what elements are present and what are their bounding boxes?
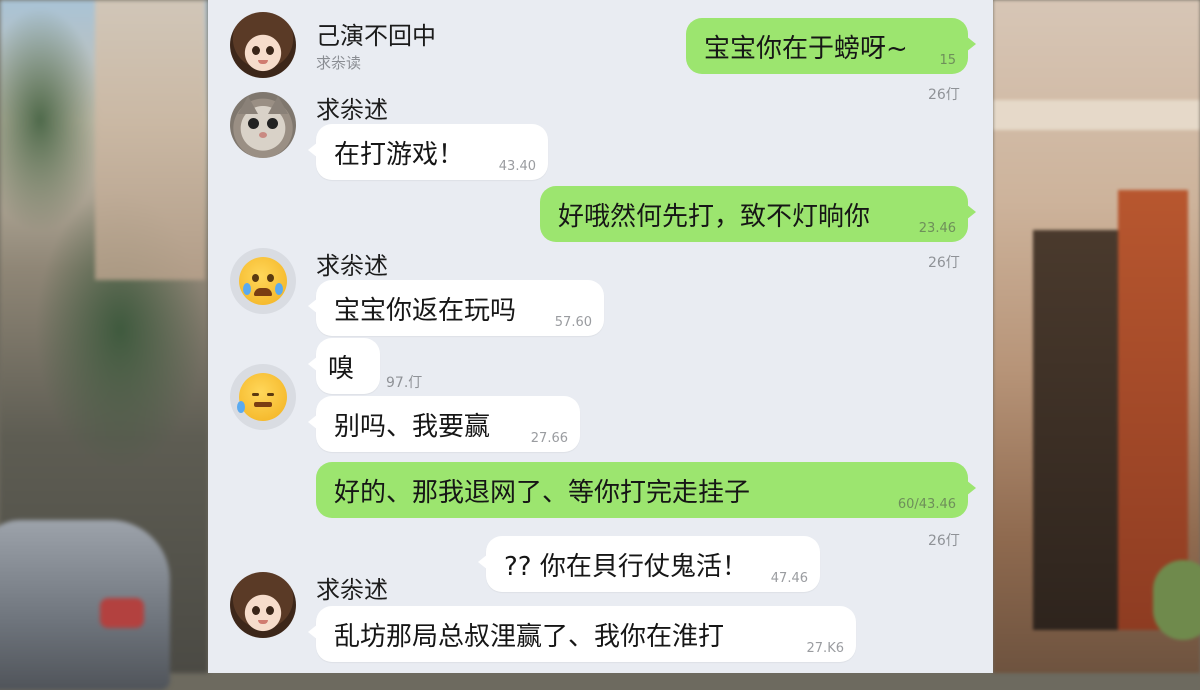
contact-avatar[interactable] — [230, 572, 296, 638]
message-time: 97.仃 — [386, 375, 423, 391]
message-time: 47.46 — [770, 571, 808, 586]
message-bubble-incoming[interactable]: 别吗、我要赢 27.66 — [308, 396, 580, 452]
chat-subtitle: 求尜读 — [316, 54, 362, 72]
background-right — [993, 0, 1200, 673]
contact-avatar[interactable] — [230, 92, 296, 158]
crying-face-icon — [239, 257, 287, 305]
background-car — [0, 520, 170, 690]
message-time: 57.60 — [554, 315, 592, 330]
message-bubble-incoming[interactable]: 宝宝你返在玩吗 57.60 — [308, 280, 604, 336]
contact-avatar[interactable] — [230, 248, 296, 314]
message-text: 宝宝你返在玩吗 — [334, 295, 517, 326]
chat-panel: 己演不回中 求尜读 宝宝你在于螃呀~ 15 26仃 求尜述 在打游戏！ 43.4… — [208, 0, 993, 673]
message-status: 26仃 — [928, 533, 960, 549]
message-bubble-incoming[interactable]: ?? 你在貝行仗鬼活！ 47.46 — [478, 536, 820, 592]
message-bubble-outgoing[interactable]: 好的、那我退网了、等你打完走挂子 60/43.46 — [316, 462, 976, 518]
message-text: ?? 你在貝行仗鬼活！ — [504, 551, 748, 582]
message-bubble-incoming[interactable]: 嗅 — [308, 338, 380, 394]
message-time: 15 — [939, 53, 956, 68]
message-time: 60/43.46 — [897, 497, 956, 512]
sender-name: 求尜述 — [316, 96, 388, 124]
contact-avatar[interactable] — [230, 12, 296, 78]
background-plant — [1153, 560, 1200, 640]
sender-name: 求尜述 — [316, 576, 388, 604]
contact-avatar[interactable] — [230, 364, 296, 430]
message-time: 23.46 — [918, 221, 956, 236]
message-time: 27.66 — [530, 431, 568, 446]
message-text: 乱坊那局总叔浬赢了、我你在淮打 — [334, 621, 725, 652]
chat-title: 己演不回中 — [316, 22, 436, 50]
message-status: 26仃 — [928, 255, 960, 271]
message-bubble-incoming[interactable]: 乱坊那局总叔浬赢了、我你在淮打 27.K6 — [308, 606, 856, 662]
sweat-face-icon — [237, 373, 287, 421]
message-bubble-outgoing[interactable]: 好哦然何先打，致不灯晌你 23.46 — [540, 186, 976, 242]
background-left — [0, 0, 208, 690]
message-text: 嗅 — [328, 353, 355, 384]
message-text: 宝宝你在于螃呀~ — [704, 33, 908, 64]
message-time: 43.40 — [498, 159, 536, 174]
sender-name: 求尜述 — [316, 252, 388, 280]
car-taillight — [100, 598, 144, 628]
background-ledge — [993, 100, 1200, 130]
message-time: 27.K6 — [806, 641, 844, 656]
message-status: 26仃 — [928, 87, 960, 103]
message-text: 在打游戏！ — [334, 139, 465, 170]
message-text: 好哦然何先打，致不灯晌你 — [558, 201, 871, 232]
message-bubble-outgoing[interactable]: 宝宝你在于螃呀~ 15 — [686, 18, 976, 74]
message-text: 别吗、我要赢 — [334, 411, 491, 442]
message-bubble-incoming[interactable]: 在打游戏！ 43.40 — [308, 124, 548, 180]
background-building — [95, 0, 205, 280]
message-text: 好的、那我退网了、等你打完走挂子 — [334, 477, 751, 508]
